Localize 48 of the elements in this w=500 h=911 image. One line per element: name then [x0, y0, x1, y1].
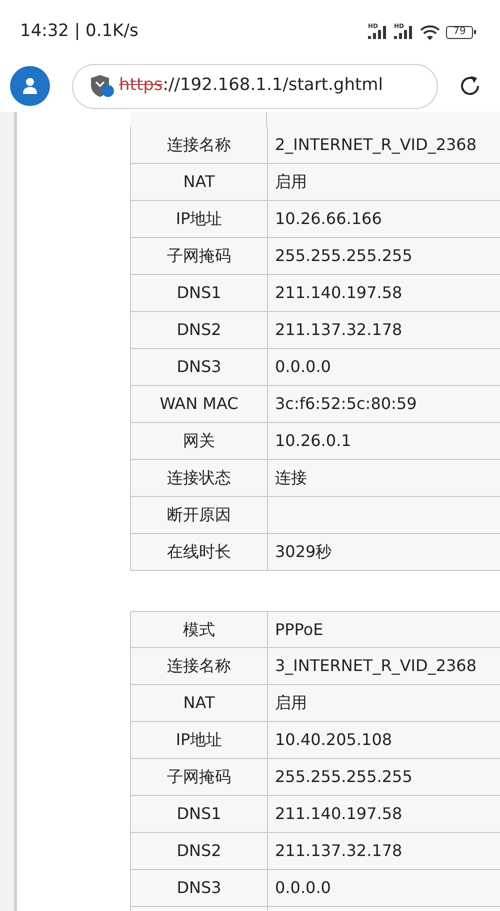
battery-level: 79 [446, 26, 473, 38]
value-cell-text: 255.255.255.255 [274, 245, 414, 267]
value-cell-text: 0.0.0.0 [274, 356, 332, 378]
value-cell-text: 10.26.0.1 [274, 430, 352, 452]
shield-icon [89, 74, 115, 98]
label-cell: 在线时长 [131, 534, 268, 570]
label-cell: DNS3 [131, 870, 268, 906]
value-cell-text: 启用 [274, 171, 308, 193]
status-time: 14:32 | 0.1K/s [20, 20, 138, 44]
profile-avatar[interactable] [10, 66, 50, 106]
value-cell-text: PPPoE [274, 618, 324, 640]
value-cell-text: 连接 [274, 467, 308, 489]
value-cell-text: 211.140.197.58 [274, 803, 404, 825]
label-cell: NAT [131, 685, 268, 721]
value-cell-text: 211.137.32.178 [274, 319, 404, 341]
value-cell-text: 0.0.0.0 [274, 877, 332, 899]
value-cell-text: 3c:f6:52:5c:80:59 [274, 393, 418, 415]
reload-icon[interactable] [458, 74, 482, 98]
value-cell-text: 3_INTERNET_R_VID_2368 [274, 655, 478, 677]
label-cell: 连接名称 [131, 127, 268, 163]
label-cell: DNS2 [131, 833, 268, 869]
label-cell: DNS2 [131, 312, 268, 348]
label-cell: 网关 [131, 423, 268, 459]
label-cell: 子网掩码 [131, 238, 268, 274]
label-cell: NAT [131, 164, 268, 200]
label-cell: 断开原因 [131, 497, 268, 533]
label-cell: IP地址 [131, 201, 268, 237]
value-cell-text: 3029秒 [274, 541, 333, 563]
label-cell: 子网掩码 [131, 759, 268, 795]
label-cell: WAN MAC [131, 386, 268, 422]
value-cell-text: 255.255.255.255 [274, 766, 414, 788]
label-cell: 连接状态 [131, 460, 268, 496]
value-cell-text: 启用 [274, 692, 308, 714]
label-cell: IP地址 [131, 722, 268, 758]
label-cell: DNS3 [131, 349, 268, 385]
person-icon [21, 77, 39, 95]
url-text: https://192.168.1.1/start.ghtml [119, 74, 383, 98]
label-cell: DNS1 [131, 796, 268, 832]
value-cell-text: 211.140.197.58 [274, 282, 404, 304]
value-cell-text: 211.137.32.178 [274, 840, 404, 862]
label-cell: DNS1 [131, 275, 268, 311]
value-cell-text: 10.26.66.166 [274, 208, 383, 230]
value-cell-text: 2_INTERNET_R_VID_2368 [274, 134, 478, 156]
label-cell: 连接名称 [131, 648, 268, 684]
wifi-icon [420, 24, 440, 40]
value-cell-text: 10.40.205.108 [274, 729, 394, 751]
label-cell: 模式 [131, 612, 268, 647]
address-field[interactable]: https://192.168.1.1/start.ghtml [72, 64, 438, 108]
